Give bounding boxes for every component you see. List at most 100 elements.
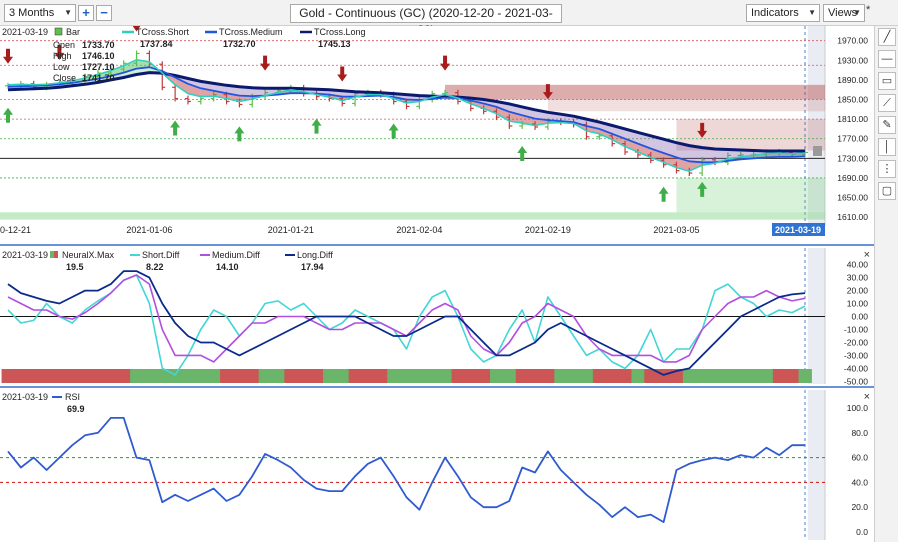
neuralx-signal-cell [27,369,41,383]
legend-ohlc-value: 1746.10 [82,51,115,61]
neuralx-signal-cell [40,369,54,383]
price-tick-label: 1730.00 [837,153,868,163]
annotation-tool-icon[interactable]: ✎ [878,116,896,134]
horizontal-band-tool-icon[interactable]: ▭ [878,72,896,90]
neuralx-signal-cell [310,369,324,383]
indicators-dropdown[interactable]: Indicators ▼ [746,4,820,22]
neuralx-signal-cell [708,369,722,383]
neuralx-signal-cell [271,369,285,383]
date-tick-label: 2021-02-19 [525,225,571,235]
pin-icon[interactable]: * [866,4,870,16]
neuralx-signal-cell [477,369,491,383]
legend-series-swatch [50,251,54,258]
legend-bar-label: Bar [66,27,80,37]
neuralx-signal-cell [194,369,208,383]
neuralx-signal-cell [142,369,157,383]
price-tick-label: 1850.00 [837,95,868,105]
neuralx-signal-cell [322,369,337,383]
neuralx-signal-cell [1,369,15,383]
legend-series-name: Medium.Diff [212,250,260,260]
menu-tool-icon[interactable]: ⋮ [878,160,896,178]
indicators-label: Indicators [751,7,799,19]
period-dropdown[interactable]: 3 Months ▼ [4,4,76,22]
neuralx-signal-cell [220,369,234,383]
note-tool-icon[interactable]: ▢ [878,182,896,200]
chevron-down-icon: ▼ [808,8,816,17]
close-panel-icon: × [864,391,870,403]
legend-series-swatch [54,251,58,258]
neuralx-signal-cell [284,369,298,383]
bar-legend-swatch-icon [54,27,63,36]
neural-diff-panel[interactable]: 40.00 30.00 20.00 10.00 0.00 -10.00 -20.00 -30.… [0,244,874,386]
rsi-tick-label: 80.0 [851,428,868,438]
legend-ohlc-label: Low [53,62,70,72]
ray-tool-icon[interactable]: ⟋ [878,94,896,112]
neuralx-signal-cell [567,369,581,383]
neuralx-signal-cell [721,369,735,383]
neuralx-signal-cell [541,369,555,383]
diff-tick-label: 30.00 [847,273,869,283]
add-period-button[interactable]: + [78,5,94,21]
remove-period-button[interactable]: − [96,5,112,21]
chart-title: Gold - Continuous (GC) (2020-12-20 - 202… [290,4,562,37]
neuralx-signal-cell [91,369,105,383]
neuralx-signal-cell [451,369,465,383]
legend-series-value: 1732.70 [223,39,256,49]
neuralx-signal-cell [657,369,671,383]
neuralx-signal-cell [502,369,517,383]
neuralx-signal-cell [734,369,748,383]
neuralx-signal-cell [785,369,800,383]
diff-tick-label: 40.00 [847,260,869,270]
diff-tick-label: -20.00 [844,337,868,347]
diff-tick-label: -30.00 [844,350,868,360]
legend-series-name: TCross.Long [314,27,366,37]
neuralx-signal-cell [798,369,812,383]
last-price-marker [813,146,822,156]
legend-ohlc-value: 1733.70 [82,40,115,50]
legend-series-name: TCross.Medium [219,27,283,37]
vertical-line-tool-icon[interactable]: │ [878,138,896,156]
rsi-panel[interactable]: 100.0 80.0 60.0 40.0 20.0 0.0 2021-03-19 RSI 69.… [0,386,874,540]
date-tick-label: 2021-01-06 [126,225,172,235]
rsi-tick-label: 60.0 [851,453,868,463]
legend-ohlc-value: 1727.10 [82,62,115,72]
chevron-down-icon: ▼ [64,8,72,17]
neuralx-signal-cell [592,369,607,383]
legend-series-name: RSI [65,392,80,402]
diff-tick-label: 0.00 [851,312,868,322]
legend-series-value: 14.10 [216,262,239,272]
legend-ohlc-label: High [53,51,72,61]
rsi-panel-future-zone [808,390,825,540]
chart-toolbar: 3 Months ▼ + − Gold - Continuous (GC) (2… [0,0,898,37]
neuralx-signal-cell [168,369,183,383]
legend-series-value: 1745.13 [318,39,351,49]
price-tick-label: 1810.00 [837,114,868,124]
neuralx-signal-cell [374,369,388,383]
horizontal-line-tool-icon[interactable]: — [878,50,896,68]
legend-series-value: 19.5 [66,262,84,272]
neuralx-signal-cell [117,369,131,383]
legend-date: 2021-03-19 [2,27,48,37]
neuralx-signal-cell [335,369,350,383]
views-dropdown[interactable]: Views ▼ [823,4,865,22]
legend-series-value: 1737.84 [140,39,173,49]
support-zone-upper [676,177,825,213]
legend-series-value: 17.94 [301,262,324,272]
price-panel[interactable]: 1970.00 1930.00 1890.00 1850.00 1810.00 1770.… [0,26,874,236]
neuralx-signal-cell [631,369,645,383]
legend-ohlc-value: 1741.70 [82,73,115,83]
line-tool-icon[interactable]: ╱ [878,28,896,46]
chevron-down-icon: ▼ [853,8,861,17]
neuralx-signal-cell [554,369,568,383]
date-tick-label: 2021-01-21 [268,225,314,235]
resistance-zone-upper [547,99,825,112]
legend-series-name: Short.Diff [142,250,180,260]
neuralx-signal-cell [297,369,311,383]
neuralx-signal-cell [605,369,620,383]
date-tick-label: 2020-12-21 [0,225,31,235]
diff-tick-label: -10.00 [844,324,868,334]
neuralx-signal-cell [245,369,260,383]
diff-tick-label: 20.00 [847,286,869,296]
diff-tick-label: -40.00 [844,363,868,373]
legend-series-value: 69.9 [67,404,85,414]
